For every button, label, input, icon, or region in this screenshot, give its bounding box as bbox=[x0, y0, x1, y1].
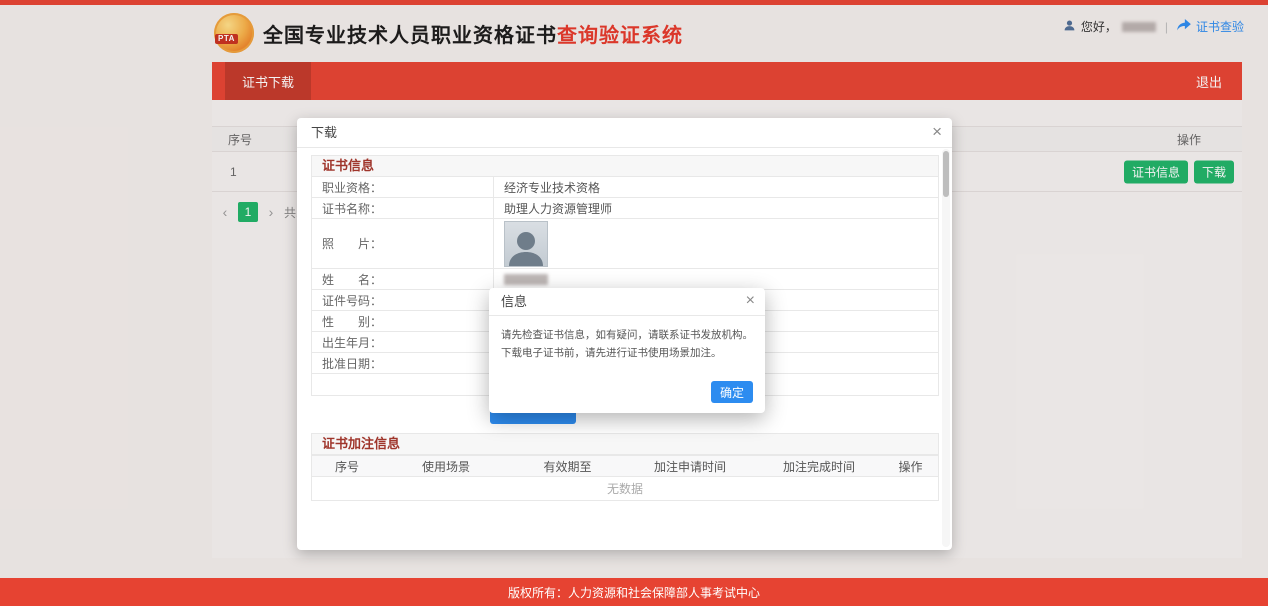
certificate-info-section-title: 证书信息 bbox=[311, 155, 939, 177]
pta-logo-icon: PTA bbox=[214, 13, 254, 53]
field-row-photo: 照 片： bbox=[312, 219, 938, 269]
field-label: 照 片： bbox=[312, 219, 494, 268]
ann-col-action: 操作 bbox=[883, 456, 938, 476]
field-label bbox=[312, 374, 494, 395]
field-row-name: 姓 名： bbox=[312, 269, 938, 290]
field-row-qualification: 职业资格： 经济专业技术资格 bbox=[312, 177, 938, 198]
verify-arrow-icon bbox=[1177, 19, 1191, 34]
field-label: 批准日期： bbox=[312, 353, 494, 373]
info-modal: 信息 × 请先检查证书信息，如有疑问，请联系证书发放机构。 下载电子证书前，请先… bbox=[489, 288, 765, 413]
column-index: 序号 bbox=[228, 127, 252, 153]
greeting-text: 您好， bbox=[1081, 18, 1117, 35]
info-modal-message: 请先检查证书信息，如有疑问，请联系证书发放机构。 下载电子证书前，请先进行证书使… bbox=[501, 326, 759, 362]
modal-scrollbar-thumb[interactable] bbox=[943, 151, 949, 197]
field-label: 性 别： bbox=[312, 311, 494, 331]
certificate-photo bbox=[504, 221, 548, 267]
name-redacted bbox=[504, 274, 548, 285]
annotation-section-title: 证书加注信息 bbox=[311, 433, 939, 455]
column-action: 操作 bbox=[1177, 127, 1201, 153]
ann-col-index: 序号 bbox=[312, 456, 382, 476]
certificate-query-app: PTA 全国专业技术人员职业资格证书查询验证系统 您好， | 证书查验 证书下载… bbox=[0, 0, 1268, 606]
field-label: 职业资格： bbox=[312, 177, 494, 197]
row-index: 1 bbox=[230, 152, 237, 192]
copyright-text: 版权所有：人力资源和社会保障部人事考试中心 bbox=[508, 584, 760, 601]
info-modal-title: 信息 bbox=[501, 288, 527, 316]
ann-col-valid-until: 有效期至 bbox=[510, 456, 625, 476]
footer: 版权所有：人力资源和社会保障部人事考试中心 bbox=[0, 578, 1268, 606]
info-message-line2: 下载电子证书前，请先进行证书使用场景加注。 bbox=[501, 344, 759, 362]
logout-button[interactable]: 退出 bbox=[1196, 62, 1222, 100]
page-title-accent: 查询验证系统 bbox=[557, 25, 683, 47]
user-icon bbox=[1063, 19, 1076, 35]
field-label: 证书名称： bbox=[312, 198, 494, 218]
annotation-empty-row: 无数据 bbox=[311, 477, 939, 501]
ann-col-apply-time: 加注申请时间 bbox=[625, 456, 755, 476]
user-name-redacted bbox=[1122, 22, 1156, 32]
certificate-verify-link[interactable]: 证书查验 bbox=[1196, 18, 1244, 35]
field-label: 证件号码： bbox=[312, 290, 494, 310]
pta-logo-text: PTA bbox=[215, 34, 238, 44]
download-modal-title: 下载 bbox=[311, 118, 337, 148]
download-button[interactable]: 下载 bbox=[1194, 160, 1234, 183]
modal-scrollbar[interactable] bbox=[942, 149, 950, 547]
field-value: 经济专业技术资格 bbox=[494, 179, 938, 196]
userbar-divider: | bbox=[1165, 20, 1168, 34]
pagination-page-1[interactable]: 1 bbox=[238, 202, 258, 222]
user-bar: 您好， | 证书查验 bbox=[1063, 18, 1244, 35]
pagination-next[interactable]: › bbox=[264, 204, 278, 220]
info-modal-close-icon[interactable]: × bbox=[746, 291, 755, 311]
field-value bbox=[494, 274, 938, 285]
certificate-info-button[interactable]: 证书信息 bbox=[1124, 160, 1188, 183]
download-modal-header: 下载 × bbox=[297, 118, 952, 148]
download-modal-close-icon[interactable]: × bbox=[932, 122, 942, 142]
field-label: 出生年月： bbox=[312, 332, 494, 352]
annotation-table-header: 序号 使用场景 有效期至 加注申请时间 加注完成时间 操作 bbox=[311, 455, 939, 477]
ann-col-usage-scene: 使用场景 bbox=[382, 456, 510, 476]
pagination-prev[interactable]: ‹ bbox=[218, 204, 232, 220]
row-actions: 证书信息 下载 bbox=[1124, 160, 1234, 183]
brand: PTA 全国专业技术人员职业资格证书查询验证系统 bbox=[214, 13, 683, 53]
field-value: 助理人力资源管理师 bbox=[494, 200, 938, 217]
info-modal-header: 信息 × bbox=[489, 288, 765, 316]
ann-col-complete-time: 加注完成时间 bbox=[755, 456, 883, 476]
page-title-main: 全国专业技术人员职业资格证书 bbox=[263, 25, 557, 47]
tab-certificate-download[interactable]: 证书下载 bbox=[225, 62, 311, 100]
confirm-button[interactable]: 确定 bbox=[711, 381, 753, 403]
field-label: 姓 名： bbox=[312, 269, 494, 289]
page-title: 全国专业技术人员职业资格证书查询验证系统 bbox=[263, 19, 683, 48]
info-message-line1: 请先检查证书信息，如有疑问，请联系证书发放机构。 bbox=[501, 326, 759, 344]
nav-bar: 证书下载 退出 bbox=[212, 62, 1242, 100]
top-accent-bar bbox=[0, 0, 1268, 5]
field-row-cert-name: 证书名称： 助理人力资源管理师 bbox=[312, 198, 938, 219]
field-value bbox=[494, 221, 938, 267]
